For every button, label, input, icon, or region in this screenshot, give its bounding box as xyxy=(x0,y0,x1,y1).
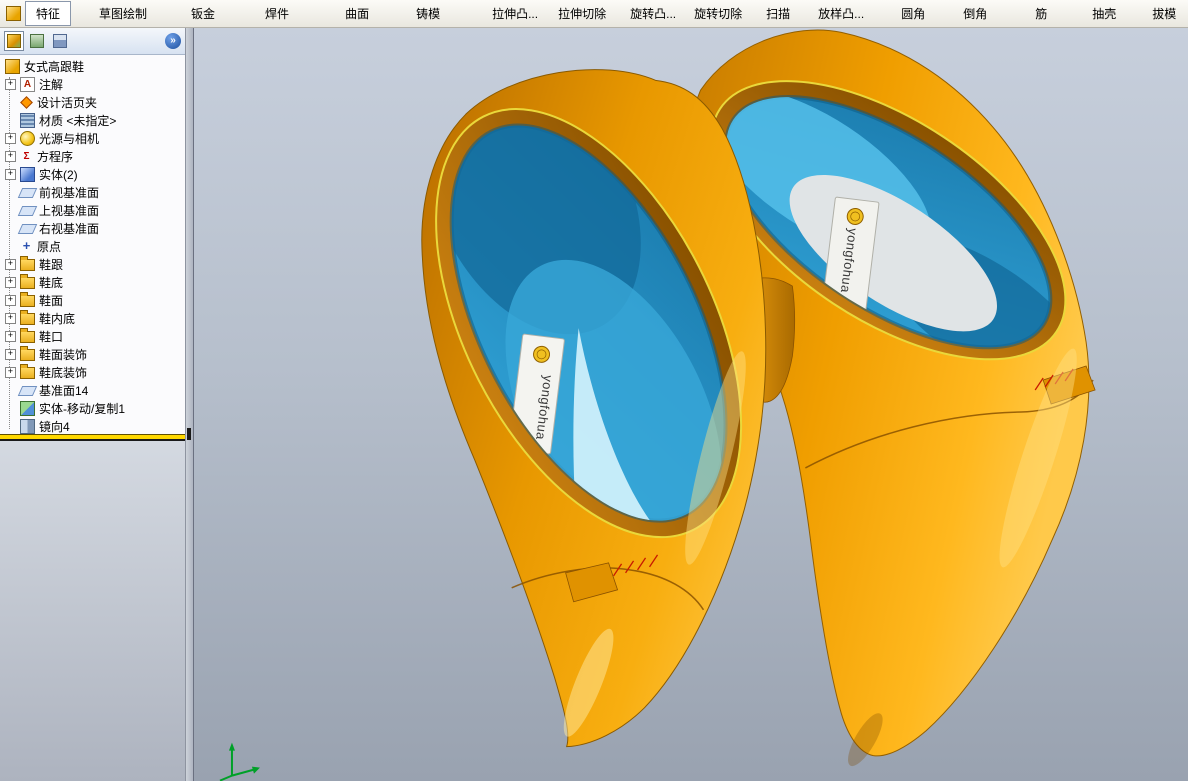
toolbar-item-weldments[interactable]: 焊件 xyxy=(263,4,291,23)
collapse-panel-button[interactable]: » xyxy=(165,33,182,49)
tree-item-annotations[interactable]: 注解 xyxy=(0,75,185,93)
expand-toggle[interactable] xyxy=(5,168,16,180)
toolbar-item-shell[interactable]: 抽壳 xyxy=(1090,4,1118,23)
featuremanager-tab-icon xyxy=(7,34,21,48)
tree-item-heel-folder[interactable]: 鞋跟 xyxy=(0,255,185,273)
tree-item-root[interactable]: 女式高跟鞋 xyxy=(0,57,185,75)
tree-item-sole-folder[interactable]: 鞋底 xyxy=(0,273,185,291)
tab-featuremanager[interactable] xyxy=(4,31,24,51)
expand-toggle[interactable] xyxy=(5,150,16,162)
tree-item-collar-folder[interactable]: 鞋口 xyxy=(0,327,185,345)
panel-tab-bar: » xyxy=(0,28,186,55)
folder-icon xyxy=(20,310,35,325)
tree-item-material[interactable]: 材质 <未指定> xyxy=(0,111,185,129)
expand-toggle[interactable] xyxy=(5,348,16,360)
toolbar-item-draft[interactable]: 拔模 xyxy=(1150,4,1178,23)
tab-configurationmanager[interactable] xyxy=(50,31,70,51)
tree-item-insole-folder[interactable]: 鞋内底 xyxy=(0,309,185,327)
expand-toggle[interactable] xyxy=(5,312,16,324)
part-icon xyxy=(5,58,20,74)
folder-icon xyxy=(20,274,35,289)
tree-item-design-binder[interactable]: 设计活页夹 xyxy=(0,93,185,111)
origin-triad xyxy=(219,742,260,781)
model-canvas[interactable]: yongfohua yongfohua xyxy=(194,28,1188,781)
lights-icon xyxy=(20,130,35,146)
material-icon xyxy=(20,112,35,128)
tab-propertymanager[interactable] xyxy=(27,31,47,51)
plane-icon xyxy=(17,386,38,396)
design-binder-icon xyxy=(20,96,33,109)
toolbar-item-sketch[interactable]: 草图绘制 xyxy=(97,4,149,23)
mirror-icon xyxy=(20,418,35,434)
tree-item-upper-folder[interactable]: 鞋面 xyxy=(0,291,185,309)
splitter-handle[interactable] xyxy=(187,428,192,440)
feature-tree: 女式高跟鞋 注解 设计活页夹 材质 <未指定> 光源与相机 方程序 实体(2) … xyxy=(0,55,185,435)
toolbar-item-surfaces[interactable]: 曲面 xyxy=(343,4,371,23)
propertymanager-tab-icon xyxy=(30,34,44,48)
configurationmanager-tab-icon xyxy=(53,34,67,48)
toolbar-item-features[interactable]: 特征 xyxy=(25,1,72,26)
toolbar-item-mold[interactable]: 铸模 xyxy=(414,4,442,23)
tree-item-body-move-copy[interactable]: 实体-移动/复制1 xyxy=(0,399,185,417)
folder-icon xyxy=(20,328,35,343)
solidworks-window: 特征 草图绘制 钣金 焊件 曲面 铸模 拉伸凸... 拉伸切除 旋转凸... 旋… xyxy=(0,0,1188,781)
toolbar-item-extrude-boss[interactable]: 拉伸凸... xyxy=(490,4,540,23)
annotations-icon xyxy=(20,76,35,92)
toolbar-item-sweep[interactable]: 扫描 xyxy=(764,4,792,23)
graphics-viewport[interactable]: yongfohua yongfohua xyxy=(193,28,1188,781)
plane-icon xyxy=(17,206,38,216)
tree-item-lights-cameras[interactable]: 光源与相机 xyxy=(0,129,185,147)
tree-item-upper-trim-folder[interactable]: 鞋面装饰 xyxy=(0,345,185,363)
toolbar-item-revolve-cut[interactable]: 旋转切除 xyxy=(692,4,744,23)
equations-icon xyxy=(20,150,33,163)
move-copy-icon xyxy=(20,400,35,416)
toolbar-item-extrude-cut[interactable]: 拉伸切除 xyxy=(556,4,608,23)
toolbar-item-sheetmetal[interactable]: 钣金 xyxy=(189,4,217,23)
expand-toggle[interactable] xyxy=(5,78,16,90)
tree-item-mirror4[interactable]: 镜向4 xyxy=(0,417,185,435)
feature-manager-panel: » 女式高跟鞋 注解 设计活页夹 材质 <未指定> 光源与相机 方程序 实体(2… xyxy=(0,28,193,781)
plane-icon xyxy=(17,224,38,234)
toolbar-item-fillet[interactable]: 圆角 xyxy=(899,4,927,23)
tree-item-origin[interactable]: 原点 xyxy=(0,237,185,255)
features-icon xyxy=(6,6,21,21)
toolbar-item-rib[interactable]: 筋 xyxy=(1033,4,1049,23)
tree-item-solid-bodies[interactable]: 实体(2) xyxy=(0,165,185,183)
toolbar-item-chamfer[interactable]: 倒角 xyxy=(961,4,989,23)
folder-icon xyxy=(20,256,35,271)
tree-item-equations[interactable]: 方程序 xyxy=(0,147,185,165)
toolbar-item-loft[interactable]: 放样凸... xyxy=(816,4,866,23)
expand-toggle[interactable] xyxy=(5,258,16,270)
tree-item-front-plane[interactable]: 前视基准面 xyxy=(0,183,185,201)
toolbar-item-revolve-boss[interactable]: 旋转凸... xyxy=(628,4,678,23)
expand-toggle[interactable] xyxy=(5,132,16,144)
expand-toggle[interactable] xyxy=(5,276,16,288)
plane-icon xyxy=(17,188,38,198)
tree-item-sole-trim-folder[interactable]: 鞋底装饰 xyxy=(0,363,185,381)
expand-toggle[interactable] xyxy=(5,366,16,378)
panel-empty-area xyxy=(0,441,186,781)
tree-item-top-plane[interactable]: 上视基准面 xyxy=(0,201,185,219)
panel-splitter[interactable] xyxy=(185,28,193,781)
top-toolbar: 特征 草图绘制 钣金 焊件 曲面 铸模 拉伸凸... 拉伸切除 旋转凸... 旋… xyxy=(0,0,1188,28)
folder-icon xyxy=(20,346,35,361)
origin-icon xyxy=(20,240,33,253)
expand-toggle[interactable] xyxy=(5,330,16,342)
folder-icon xyxy=(20,292,35,307)
rollback-bar[interactable] xyxy=(0,434,186,441)
tree-item-plane14[interactable]: 基准面14 xyxy=(0,381,185,399)
folder-icon xyxy=(20,364,35,379)
tree-item-right-plane[interactable]: 右视基准面 xyxy=(0,219,185,237)
solid-bodies-icon xyxy=(20,166,35,182)
expand-toggle[interactable] xyxy=(5,294,16,306)
